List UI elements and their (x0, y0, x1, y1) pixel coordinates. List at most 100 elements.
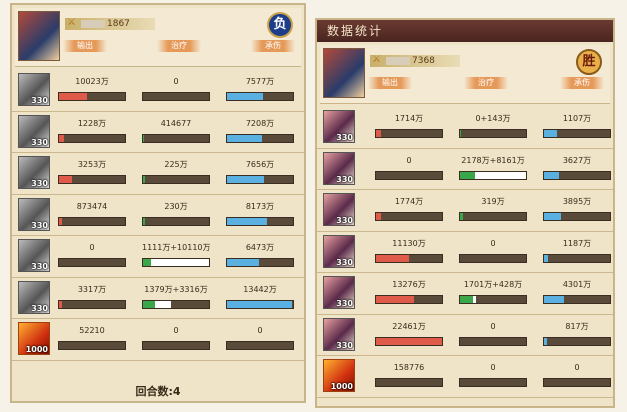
tank-stat-value: 8173万 (245, 201, 275, 211)
output-stat: 10023万 (58, 76, 126, 101)
hero-row: 330 1714万 0+143万 1107万 (317, 107, 613, 149)
heal-stat-value: 225万 (164, 160, 188, 169)
stat-headers: 输出 治疗 承伤 (368, 77, 604, 89)
output-stat: 22461万 (375, 321, 443, 346)
tank-stat: 6473万 (226, 242, 294, 267)
heal-stat-bar (459, 253, 527, 263)
output-stat: 3317万 (58, 284, 126, 309)
hero-avatar[interactable]: 330 (323, 234, 355, 268)
hero-avatar[interactable]: 330 (18, 280, 50, 314)
tank-stat-value: 4301万 (562, 280, 592, 289)
tank-stat: 0 (543, 362, 611, 387)
heal-stat-bar (459, 295, 527, 304)
heal-stat-bar (459, 378, 527, 387)
heal-stat-bar-fill (460, 213, 464, 220)
hero-avatar[interactable]: 330 (323, 193, 355, 226)
output-stat-bar (375, 253, 443, 263)
output-stat: 13276万 (375, 279, 443, 304)
swords-icon: ⚔ (67, 17, 76, 28)
heal-stat-value: 414677 (160, 118, 192, 128)
hero-avatar[interactable]: 330 (18, 156, 50, 189)
hero-row: 1000 158776 0 0 (317, 356, 613, 398)
heal-stat: 1701万+428万 (459, 279, 527, 304)
tank-stat-bar (226, 133, 294, 143)
heal-stat-bar-fill-secondary (474, 171, 526, 179)
team-header: ⚔ 7368 胜 输出 治疗 承伤 (320, 45, 610, 104)
header-heal: 治疗 (157, 40, 201, 52)
heal-stat-bar-fill (143, 259, 151, 266)
hero-avatar[interactable]: 330 (323, 110, 355, 143)
hero-row: 1000 52210 0 0 (12, 319, 304, 361)
tank-stat-bar-fill (227, 300, 292, 308)
tank-stat-bar (226, 258, 294, 267)
tank-stat: 1187万 (543, 238, 611, 263)
hero-avatar[interactable]: 330 (323, 151, 355, 185)
hero-avatar[interactable]: 330 (18, 197, 50, 231)
output-stat-bar (58, 341, 126, 350)
output-stat-bar-fill (376, 296, 415, 303)
output-stat: 3253万 (58, 159, 126, 184)
hero-level: 330 (336, 133, 353, 142)
left-rows: 330 10023万 0 7577万 330 1228万 414677 7208万 330 325… (12, 70, 304, 361)
output-stat-bar (375, 295, 443, 304)
output-stat-value: 158776 (393, 363, 425, 372)
blurred-name (386, 56, 410, 65)
tank-stat-bar (543, 295, 611, 304)
output-stat-value: 11130万 (392, 238, 426, 248)
tank-stat-value: 6473万 (245, 243, 275, 252)
output-stat: 1714万 (375, 113, 443, 138)
heal-stat-value: 319万 (481, 197, 505, 206)
pet-avatar[interactable]: 1000 (323, 359, 355, 392)
heal-stat-bar (142, 341, 210, 350)
heal-stat-value: 1701万+428万 (463, 280, 523, 289)
header-heal: 治疗 (464, 77, 508, 89)
tank-stat: 3627万 (543, 155, 611, 180)
tank-stat-value: 1187万 (562, 238, 592, 248)
hero-avatar[interactable]: 330 (323, 276, 355, 309)
heal-stat: 0 (459, 362, 527, 387)
round-count: 回合数:4 (135, 385, 181, 398)
heal-stat-value: 0 (490, 238, 496, 248)
heal-stat-bar-fill (143, 176, 145, 183)
hero-avatar[interactable]: 330 (18, 239, 50, 272)
team-leader-avatar[interactable] (18, 11, 60, 61)
hero-avatar[interactable]: 330 (323, 317, 355, 351)
heal-stat: 225万 (142, 159, 210, 184)
hero-level: 330 (31, 262, 48, 271)
heal-stat: 230万 (142, 201, 210, 226)
tank-stat-bar-fill (544, 296, 564, 303)
hero-row: 330 0 2178万+8161万 3627万 (317, 149, 613, 190)
heal-stat-bar-fill (143, 217, 145, 225)
output-stat-bar (375, 378, 443, 387)
power-value: 1867 (107, 19, 130, 29)
output-stat-value: 13276万 (392, 280, 426, 289)
output-stat: 11130万 (375, 238, 443, 263)
header-output: 输出 (368, 77, 412, 89)
pet-avatar[interactable]: 1000 (18, 322, 50, 355)
blurred-name (81, 19, 105, 28)
hero-row: 330 3253万 225万 7656万 (12, 153, 304, 195)
output-stat: 0 (58, 242, 126, 267)
heal-stat: 414677 (142, 118, 210, 143)
tank-stat-bar (226, 175, 294, 184)
team-power: ⚔ 7368 (370, 54, 460, 67)
tank-stat-value: 817万 (565, 321, 589, 331)
hero-level: 1000 (25, 345, 48, 354)
heal-stat-bar-fill-secondary (154, 300, 172, 308)
hero-row: 330 1228万 414677 7208万 (12, 112, 304, 153)
hero-row: 330 3317万 1379万+3316万 13442万 (12, 278, 304, 319)
tank-stat-bar-fill (227, 259, 259, 266)
heal-stat-value: 1379万+3316万 (144, 284, 208, 294)
stat-headers: 输出 治疗 承伤 (63, 40, 295, 52)
tank-stat-bar (543, 212, 611, 221)
hero-avatar[interactable]: 330 (18, 114, 50, 148)
header-tank: 承伤 (560, 77, 604, 89)
heal-stat-bar (459, 170, 527, 180)
hero-row: 330 13276万 1701万+428万 4301万 (317, 273, 613, 315)
team-leader-avatar[interactable] (323, 48, 365, 98)
output-stat-value: 22461万 (392, 321, 426, 331)
hero-avatar[interactable]: 330 (18, 73, 50, 106)
tank-stat-bar (226, 299, 294, 309)
tank-stat-bar-fill (544, 213, 561, 220)
output-stat-bar-fill (59, 93, 87, 100)
